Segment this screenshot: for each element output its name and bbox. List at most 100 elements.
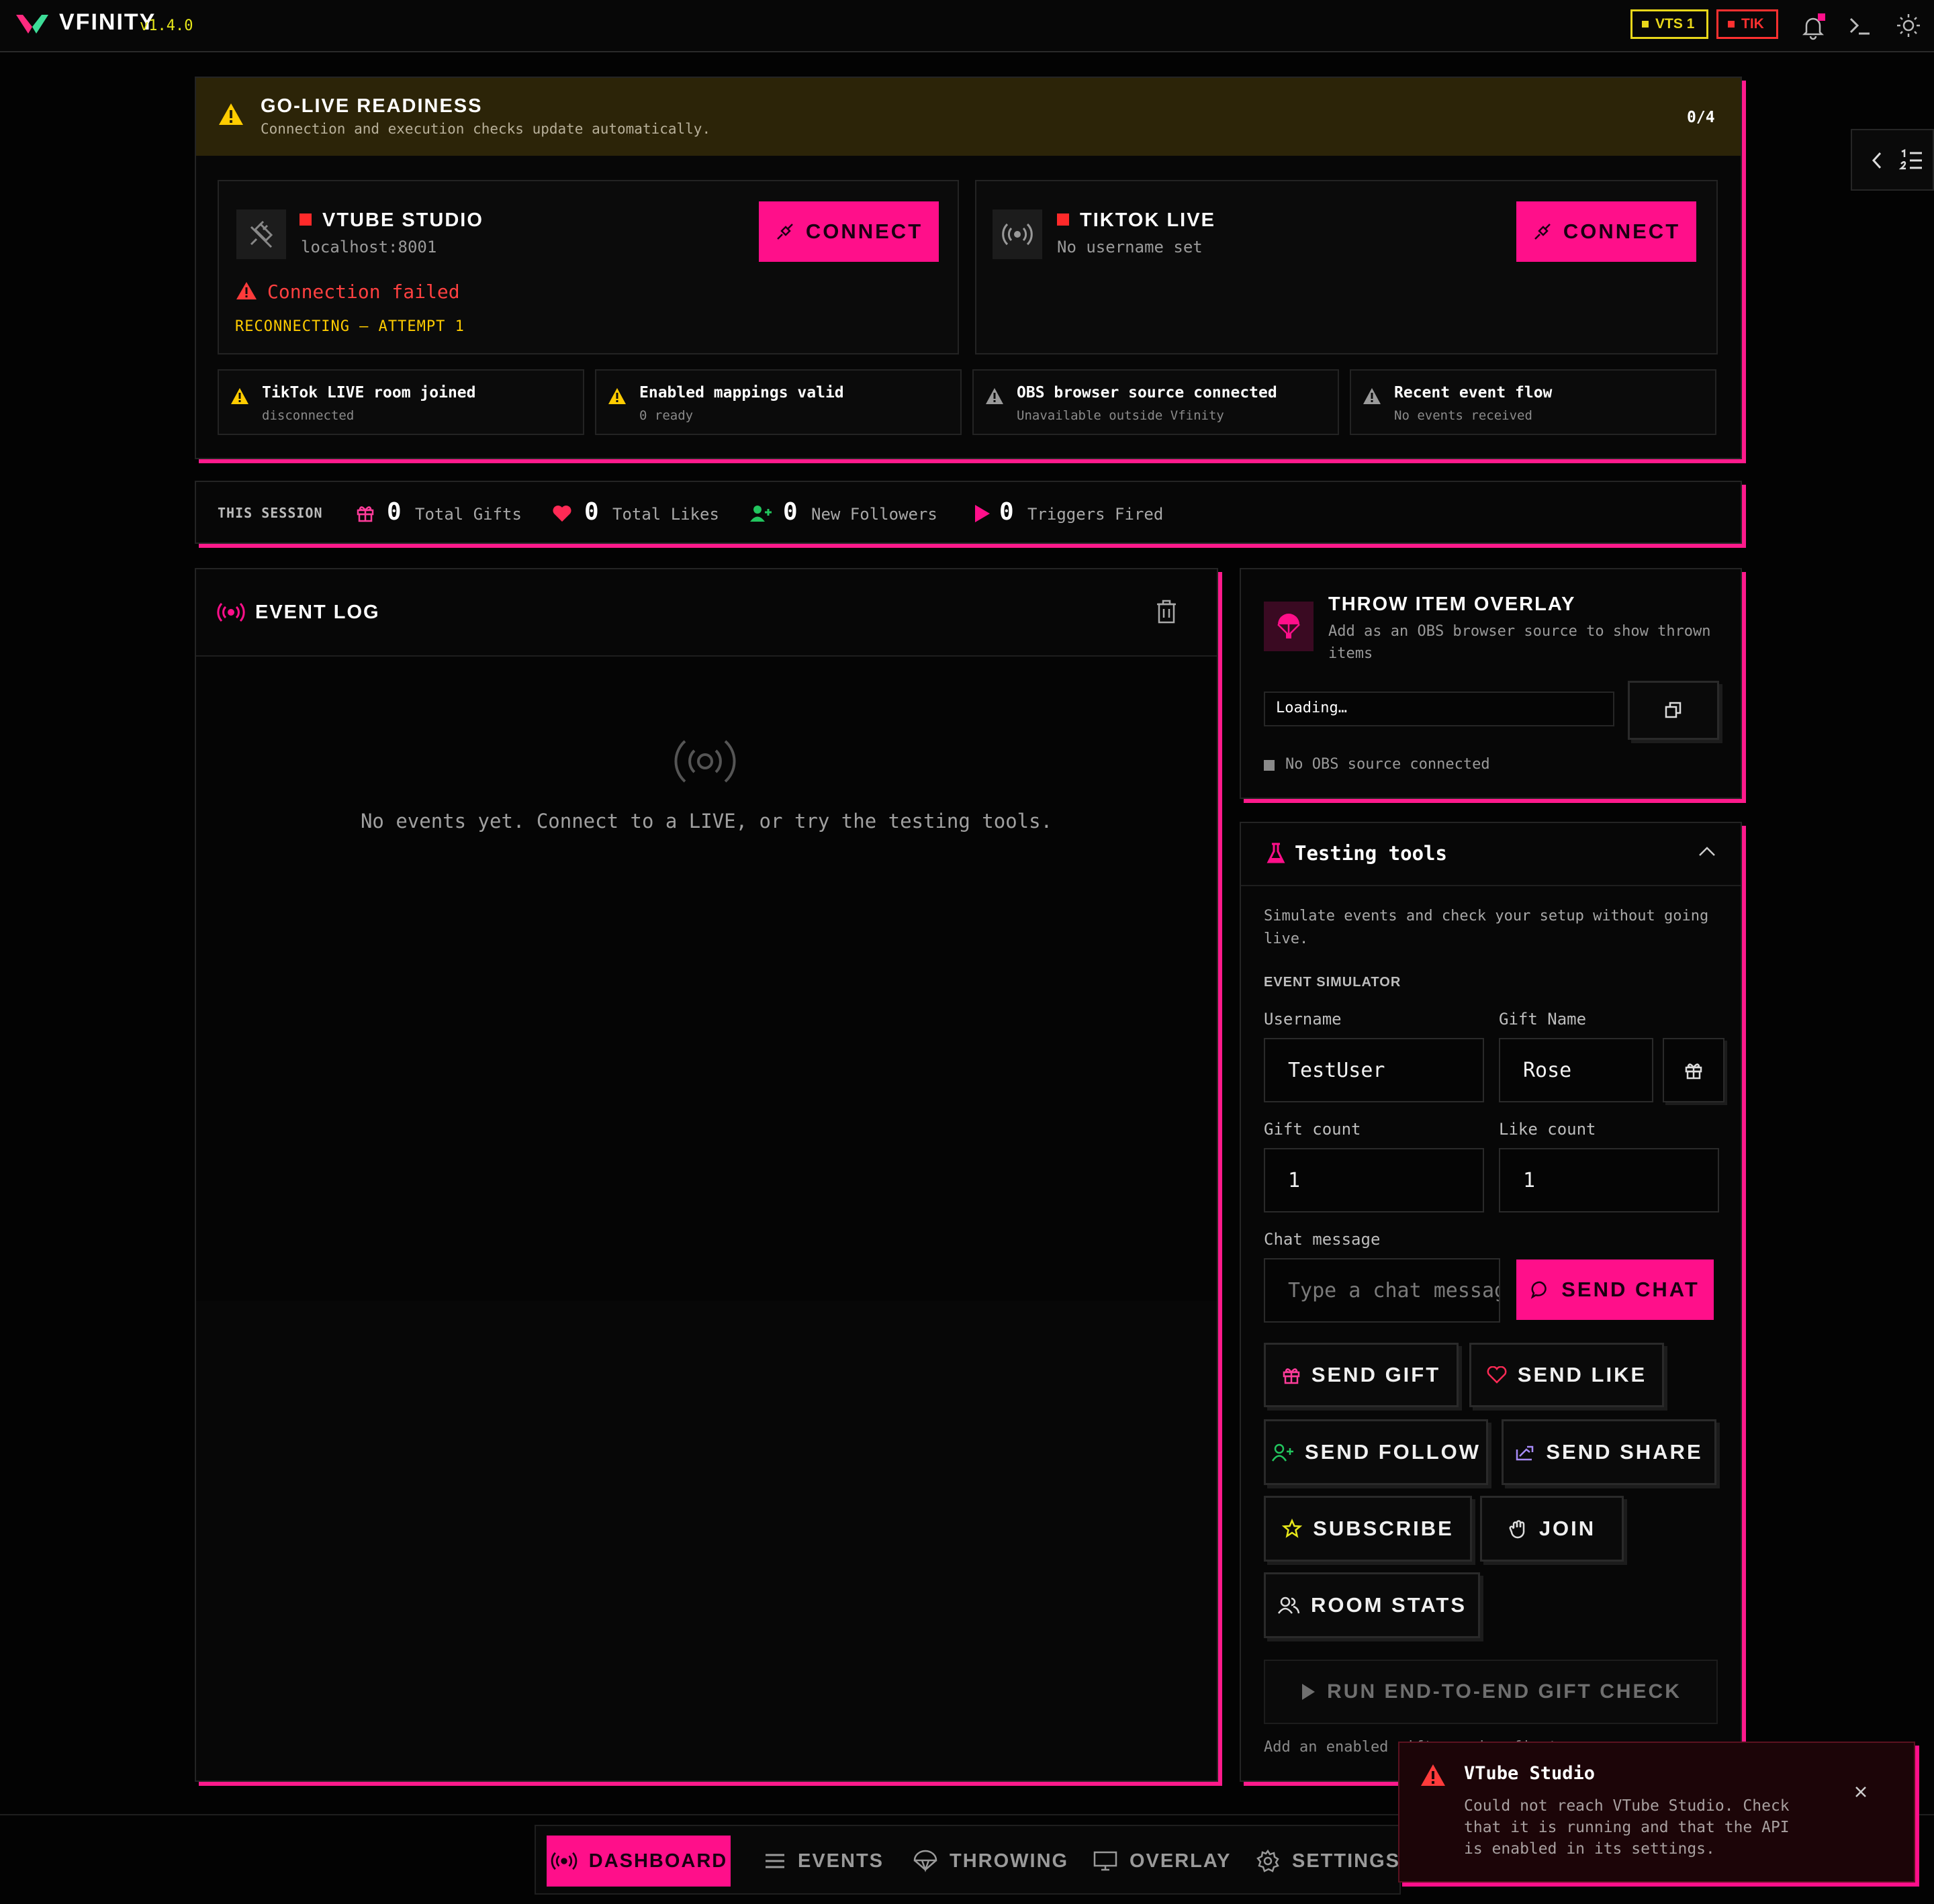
nav-settings-label: SETTINGS (1292, 1850, 1401, 1872)
tiktok-connect-label: CONNECT (1563, 220, 1681, 243)
wave-hand-icon (1509, 1520, 1525, 1539)
run-e2e-label: RUN END-TO-END GIFT CHECK (1327, 1680, 1682, 1703)
session-label: THIS SESSION (218, 505, 323, 521)
nav-settings[interactable]: SETTINGS (1256, 1836, 1400, 1887)
tiktok-connect-button[interactable]: CONNECT (1516, 201, 1696, 262)
warning-icon (1363, 388, 1381, 404)
check-title: TikTok LIVE room joined (262, 384, 476, 401)
readiness-banner: GO-LIVE READINESS Connection and executi… (196, 78, 1741, 156)
gift-picker-button[interactable] (1663, 1038, 1724, 1102)
tiktok-live-card: TIKTOK LIVE No username set CONNECT (975, 180, 1718, 354)
gift-name-input[interactable]: Rose (1499, 1038, 1653, 1102)
bell-icon[interactable] (1800, 13, 1827, 40)
close-icon[interactable] (1853, 1784, 1868, 1799)
obs-status-square (1264, 760, 1275, 771)
send-share-button[interactable]: SEND SHARE (1502, 1419, 1716, 1485)
event-simulator-heading: EVENT SIMULATOR (1264, 975, 1401, 990)
check-detail: 0 ready (639, 408, 694, 423)
join-label: JOIN (1538, 1517, 1596, 1540)
check-obs-source: OBS browser source connected Unavailable… (972, 369, 1339, 435)
copy-icon (1665, 702, 1682, 718)
stat-label: Triggers Fired (1027, 505, 1164, 524)
nav-throwing[interactable]: THROWING (913, 1836, 1068, 1887)
overlay-obs-status: No OBS source connected (1285, 756, 1490, 773)
check-title: Recent event flow (1394, 384, 1553, 401)
send-follow-button[interactable]: SEND FOLLOW (1264, 1419, 1488, 1485)
trash-icon[interactable] (1155, 599, 1178, 624)
subscribe-button[interactable]: SUBSCRIBE (1264, 1496, 1472, 1562)
event-log-body: No events yet. Connect to a LIVE, or try… (196, 657, 1217, 1301)
send-follow-label: SEND FOLLOW (1304, 1440, 1481, 1464)
check-detail: No events received (1394, 408, 1532, 423)
like-count-label: Like count (1499, 1120, 1596, 1139)
side-panel-toggle[interactable] (1851, 129, 1934, 191)
username-label: Username (1264, 1010, 1342, 1029)
readiness-score: 0/4 (1687, 109, 1715, 126)
testing-tools-header[interactable]: Testing tools (1241, 823, 1741, 886)
plug-icon (776, 224, 793, 240)
vts-status-pill[interactable]: VTS 1 (1630, 9, 1708, 39)
send-gift-button[interactable]: SEND GIFT (1264, 1343, 1459, 1407)
play-icon (975, 505, 990, 522)
users-icon (1277, 1597, 1300, 1614)
broadcast-icon (993, 209, 1042, 259)
room-stats-button[interactable]: ROOM STATS (1264, 1572, 1480, 1638)
username-input[interactable]: TestUser (1264, 1038, 1484, 1102)
vfinity-logo-icon (16, 15, 48, 34)
room-stats-label: ROOM STATS (1310, 1593, 1467, 1617)
go-live-readiness-panel: GO-LIVE READINESS Connection and executi… (195, 77, 1742, 459)
send-like-label: SEND LIKE (1517, 1363, 1647, 1386)
stat-value: 0 (584, 498, 599, 526)
bottom-nav: DASHBOARD EVENTS THROWING OVERLAY SETTIN… (535, 1825, 1401, 1895)
status-dot (1057, 213, 1069, 226)
plug-icon (1534, 224, 1551, 240)
event-log-empty-text: No events yet. Connect to a LIVE, or try… (360, 810, 1053, 832)
send-chat-button[interactable]: SEND CHAT (1516, 1259, 1714, 1320)
like-count-input[interactable]: 1 (1499, 1148, 1719, 1212)
plug-off-icon (236, 209, 286, 259)
chat-message-label: Chat message (1264, 1230, 1381, 1249)
gear-icon (1256, 1849, 1279, 1872)
check-mappings-valid: Enabled mappings valid 0 ready (595, 369, 962, 435)
star-icon (1282, 1519, 1303, 1538)
heart-icon (553, 506, 571, 522)
error-triangle-icon (1421, 1764, 1445, 1786)
toast-title: VTube Studio (1464, 1763, 1596, 1784)
terminal-icon[interactable] (1848, 15, 1872, 38)
tiktok-username: No username set (1057, 238, 1203, 256)
testing-tools-description: Simulate events and check your setup wit… (1264, 908, 1709, 947)
gift-icon (1685, 1063, 1702, 1080)
nav-dashboard[interactable]: DASHBOARD (547, 1836, 731, 1887)
warning-icon (608, 388, 626, 404)
vtube-reconnect-status: RECONNECTING – ATTEMPT 1 (235, 318, 465, 335)
check-tiktok-room: TikTok LIVE room joined disconnected (218, 369, 584, 435)
warning-icon (986, 388, 1003, 404)
user-plus-icon (1271, 1443, 1293, 1462)
send-like-button[interactable]: SEND LIKE (1469, 1343, 1664, 1407)
copy-url-button[interactable] (1628, 681, 1719, 740)
nav-events[interactable]: EVENTS (764, 1836, 884, 1887)
tiktok-title: TIKTOK LIVE (1080, 209, 1215, 231)
chevron-up-icon[interactable] (1698, 845, 1716, 858)
overlay-url-field[interactable]: Loading… (1264, 692, 1614, 726)
broadcast-empty-icon (674, 740, 736, 783)
stat-value: 0 (387, 498, 402, 526)
run-e2e-gift-check-button[interactable]: RUN END-TO-END GIFT CHECK (1264, 1660, 1718, 1724)
check-title: OBS browser source connected (1017, 384, 1277, 401)
check-event-flow: Recent event flow No events received (1350, 369, 1716, 435)
vtube-connect-button[interactable]: CONNECT (759, 201, 939, 262)
tiktok-status-pill[interactable]: TIK (1716, 9, 1778, 39)
error-toast: VTube Studio Could not reach VTube Studi… (1398, 1742, 1915, 1883)
top-bar: VFINITY v1.4.0 VTS 1 TIK (0, 0, 1934, 52)
chat-message-input[interactable]: Type a chat message (1264, 1258, 1500, 1323)
join-button[interactable]: JOIN (1480, 1496, 1624, 1562)
gift-count-input[interactable]: 1 (1264, 1148, 1484, 1212)
parachute-icon (1264, 602, 1314, 651)
nav-overlay[interactable]: OVERLAY (1093, 1836, 1232, 1887)
vts-pill-label: VTS 1 (1655, 16, 1695, 32)
theme-toggle-icon[interactable] (1895, 12, 1922, 39)
vtube-address: localhost:8001 (301, 238, 437, 256)
vtube-connect-label: CONNECT (805, 220, 923, 243)
toast-message: Could not reach VTube Studio. Check that… (1464, 1797, 1790, 1858)
nav-events-label: EVENTS (798, 1850, 884, 1872)
